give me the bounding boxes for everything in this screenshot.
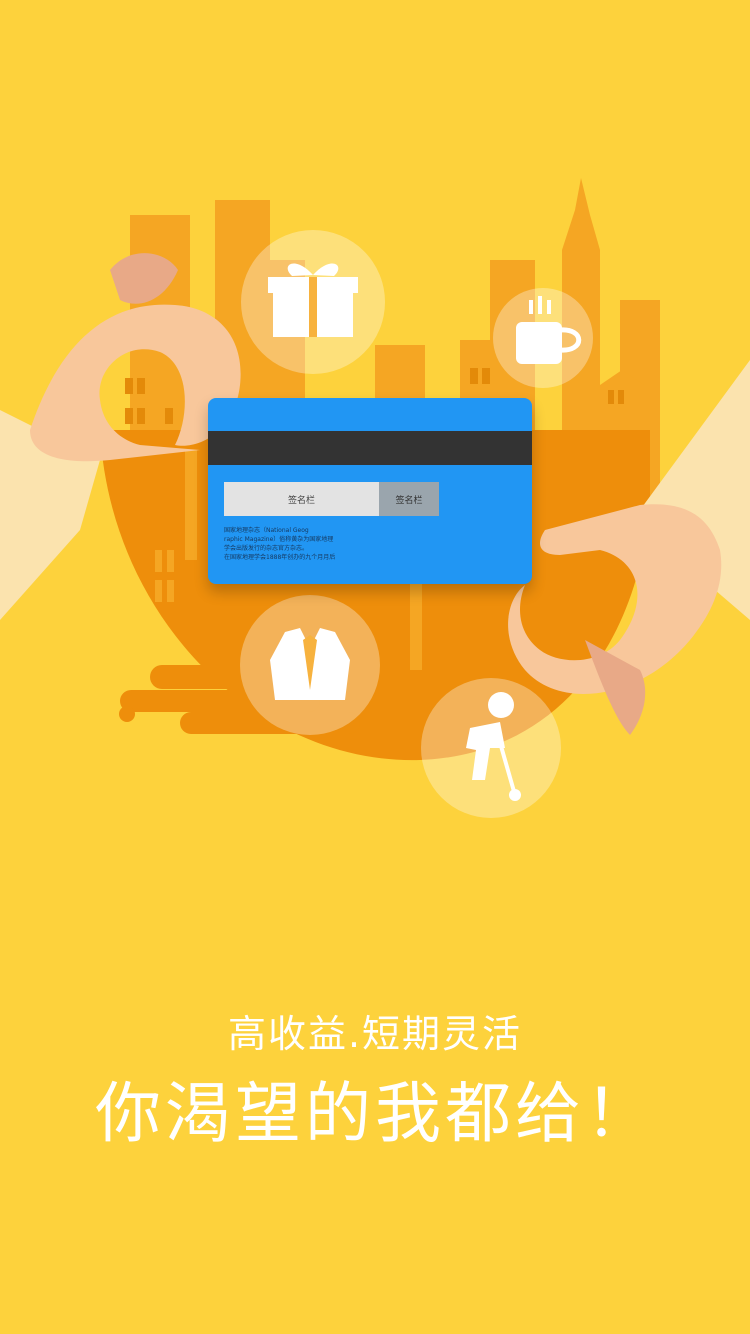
gift-icon <box>241 230 385 374</box>
suit-icon <box>240 595 380 735</box>
tagline-headline: 你渴望的我都给！ <box>95 1075 655 1152</box>
bank-card: 签名栏 签名栏 国家地理杂志（National Geog raphic Maga… <box>208 398 532 584</box>
magnetic-stripe <box>208 431 532 465</box>
cvv-panel: 签名栏 <box>379 482 439 516</box>
card-fine-print: 国家地理杂志（National Geog raphic Magazine）俗称黄… <box>224 527 336 561</box>
signature-panel: 签名栏 <box>224 482 379 516</box>
coffee-cup-icon <box>493 288 593 388</box>
golf-icon <box>421 678 561 818</box>
tagline-subtitle: 高收益.短期灵活 <box>227 1012 523 1056</box>
